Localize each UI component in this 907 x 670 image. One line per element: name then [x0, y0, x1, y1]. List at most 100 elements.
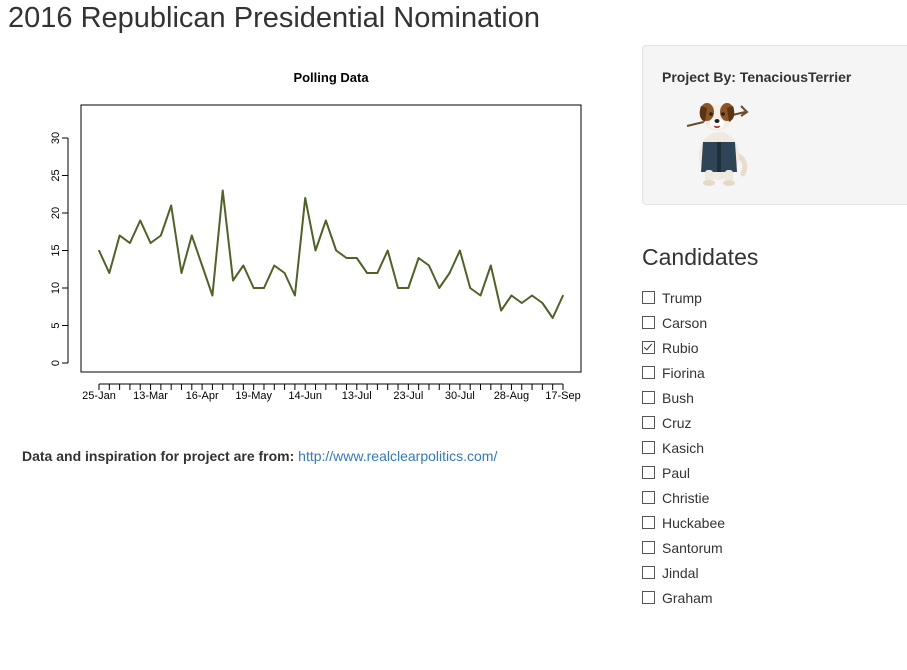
candidate-label: Rubio — [662, 339, 699, 356]
candidate-label: Cruz — [662, 414, 692, 431]
data-point — [283, 272, 286, 274]
x-tick-label: 25-Jan — [82, 390, 116, 402]
candidate-label: Carson — [662, 314, 708, 331]
data-point — [108, 272, 111, 274]
data-point — [294, 294, 296, 297]
candidate-checkbox[interactable] — [642, 491, 655, 504]
chart-title: Polling Data — [293, 70, 369, 85]
x-tick-label: 30-Jul — [445, 390, 475, 402]
source-link[interactable]: http://www.realclearpolitics.com/ — [298, 448, 497, 464]
candidate-option-bush[interactable]: Bush — [642, 385, 725, 410]
candidate-checkbox[interactable] — [642, 416, 655, 429]
x-tick-label: 28-Aug — [494, 390, 529, 402]
data-point — [376, 272, 379, 274]
x-tick-label: 16-Apr — [186, 390, 219, 402]
data-point — [98, 249, 100, 252]
candidate-checkbox[interactable] — [642, 541, 655, 554]
candidate-label: Graham — [662, 589, 713, 606]
data-point — [170, 204, 172, 207]
data-point — [129, 242, 131, 244]
x-tick-label: 19-May — [235, 390, 272, 402]
candidate-checkbox-list: Trump Carson Rubio Fiorina Bush Cruz Kasich Pau… — [642, 285, 725, 610]
candidate-option-rubio[interactable]: Rubio — [642, 335, 725, 360]
data-point — [345, 257, 348, 259]
candidate-option-cruz[interactable]: Cruz — [642, 410, 725, 435]
candidate-option-christie[interactable]: Christie — [642, 485, 725, 510]
y-tick-label: 15 — [50, 244, 62, 256]
author-panel: Project By: TenaciousTerrier — [642, 45, 907, 205]
x-tick-label: 13-Mar — [133, 390, 168, 402]
data-point — [510, 294, 513, 297]
candidate-checkbox[interactable] — [642, 291, 655, 304]
data-point — [551, 317, 554, 319]
data-point — [366, 272, 368, 274]
candidate-checkbox[interactable] — [642, 316, 655, 329]
author-label: Project By: TenaciousTerrier — [662, 69, 852, 85]
data-point — [520, 302, 523, 304]
candidate-option-jindal[interactable]: Jindal — [642, 560, 725, 585]
candidate-label: Santorum — [662, 539, 723, 556]
candidate-option-fiorina[interactable]: Fiorina — [642, 360, 725, 385]
y-tick-label: 20 — [50, 207, 62, 219]
data-point — [459, 249, 461, 252]
candidate-checkbox[interactable] — [642, 441, 655, 454]
x-tick-label: 13-Jul — [342, 390, 372, 402]
candidate-label: Paul — [662, 464, 691, 481]
x-tick-label: 23-Jul — [393, 390, 423, 402]
data-point — [355, 257, 358, 259]
y-tick-label: 30 — [50, 132, 62, 144]
polling-series-line — [98, 189, 564, 319]
candidate-checkbox[interactable] — [642, 341, 655, 354]
x-tick-label: 14-Jun — [288, 390, 322, 402]
data-point — [417, 257, 420, 259]
series-layer — [98, 189, 564, 319]
candidate-option-kasich[interactable]: Kasich — [642, 435, 725, 460]
data-point — [407, 287, 410, 289]
data-point — [469, 287, 472, 289]
candidate-option-graham[interactable]: Graham — [642, 585, 725, 610]
source-label: Data and inspiration for project are fro… — [22, 448, 295, 464]
terrier-dog-icon — [686, 103, 749, 186]
y-tick-label: 0 — [50, 360, 62, 366]
data-point — [160, 234, 162, 237]
data-point — [490, 264, 492, 267]
candidate-option-carson[interactable]: Carson — [642, 310, 725, 335]
data-point — [252, 287, 255, 289]
data-point — [397, 287, 399, 289]
data-point — [221, 189, 224, 192]
data-point — [325, 219, 327, 222]
y-tick-label: 5 — [50, 322, 62, 328]
candidate-checkbox[interactable] — [642, 566, 655, 579]
data-point — [191, 234, 193, 237]
data-point — [139, 219, 142, 222]
candidates-heading: Candidates — [642, 244, 759, 270]
data-point — [211, 294, 214, 297]
candidate-option-santorum[interactable]: Santorum — [642, 535, 725, 560]
candidate-label: Fiorina — [662, 364, 705, 381]
x-tick-label: 17-Sep — [545, 390, 580, 402]
data-point — [428, 264, 430, 267]
polling-chart-svg: Polling Data 0 5 10 15 20 25 30 25-Jan 13-Mar 16… — [50, 70, 582, 402]
candidate-checkbox[interactable] — [642, 466, 655, 479]
y-tick-label: 25 — [50, 169, 62, 181]
y-tick-label: 10 — [50, 282, 62, 294]
candidate-option-huckabee[interactable]: Huckabee — [642, 510, 725, 535]
candidate-checkbox[interactable] — [642, 391, 655, 404]
candidate-option-paul[interactable]: Paul — [642, 460, 725, 485]
data-point — [263, 287, 265, 289]
x-axis: 25-Jan 13-Mar 16-Apr 19-May 14-Jun 13-Jul 23-J… — [82, 383, 581, 402]
data-point — [304, 197, 307, 199]
source-attribution: Data and inspiration for project are fro… — [22, 448, 497, 464]
data-point — [180, 272, 183, 274]
data-point — [541, 302, 544, 304]
data-point — [500, 309, 502, 312]
candidate-label: Jindal — [662, 564, 699, 581]
candidate-option-trump[interactable]: Trump — [642, 285, 725, 310]
data-point — [149, 242, 152, 244]
candidate-checkbox[interactable] — [642, 516, 655, 529]
data-point — [562, 294, 564, 297]
candidate-label: Trump — [662, 289, 702, 306]
candidate-checkbox[interactable] — [642, 366, 655, 379]
data-point — [438, 287, 441, 289]
candidate-checkbox[interactable] — [642, 591, 655, 604]
